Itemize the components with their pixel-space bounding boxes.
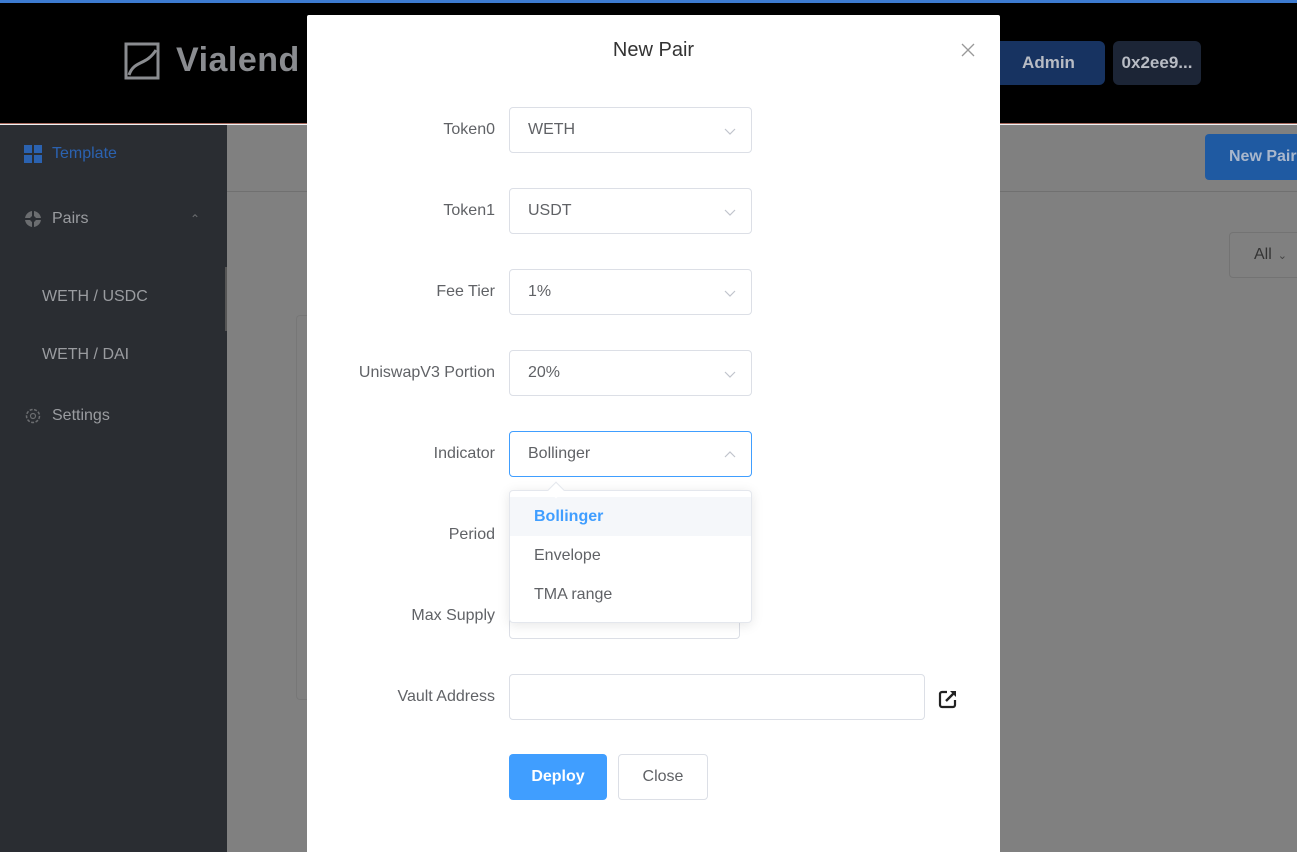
fee-tier-value: 1% bbox=[528, 283, 552, 300]
chevron-up-icon bbox=[724, 451, 736, 458]
fee-tier-label: Fee Tier bbox=[436, 283, 495, 300]
token1-label: Token1 bbox=[443, 202, 495, 219]
chevron-down-icon bbox=[724, 290, 736, 297]
sidebar-item-label: Template bbox=[52, 145, 117, 162]
deploy-button[interactable]: Deploy bbox=[509, 754, 607, 800]
close-icon[interactable] bbox=[959, 41, 977, 59]
uniswap-portion-row: UniswapV3 Portion 20% bbox=[307, 350, 1000, 396]
indicator-option[interactable]: TMA range bbox=[510, 575, 751, 614]
vault-address-input[interactable] bbox=[509, 674, 925, 720]
sidebar-item-settings[interactable]: Settings bbox=[24, 407, 110, 425]
wallet-address-button[interactable]: 0x2ee9... bbox=[1113, 41, 1201, 85]
logo-icon bbox=[124, 42, 160, 79]
sidebar-subitem-pair[interactable]: WETH / DAI bbox=[42, 346, 129, 364]
uniswap-portion-select[interactable]: 20% bbox=[509, 350, 752, 396]
period-label: Period bbox=[448, 526, 495, 543]
chevron-down-icon bbox=[724, 371, 736, 378]
brand-logo[interactable]: Vialend bbox=[124, 41, 300, 80]
vault-address-label: Vault Address bbox=[397, 688, 495, 705]
chevron-down-icon: ⌄ bbox=[1277, 249, 1287, 262]
fee-tier-row: Fee Tier 1% bbox=[307, 269, 1000, 315]
sidebar-subitem-pair[interactable]: WETH / USDC bbox=[42, 288, 148, 306]
indicator-select[interactable]: Bollinger bbox=[509, 431, 752, 477]
sidebar-item-template[interactable]: Template bbox=[24, 145, 117, 163]
chevron-down-icon bbox=[724, 209, 736, 216]
token0-row: Token0 WETH bbox=[307, 107, 1000, 153]
token1-select[interactable]: USDT bbox=[509, 188, 752, 234]
indicator-value: Bollinger bbox=[528, 445, 591, 462]
close-button[interactable]: Close bbox=[618, 754, 708, 800]
token1-value: USDT bbox=[528, 202, 572, 219]
indicator-option[interactable]: Bollinger bbox=[510, 497, 751, 536]
brand-name: Vialend bbox=[176, 41, 300, 79]
sidebar-item-label: Pairs bbox=[52, 210, 89, 227]
indicator-option[interactable]: Envelope bbox=[510, 536, 751, 575]
token0-label: Token0 bbox=[443, 121, 495, 138]
token0-value: WETH bbox=[528, 121, 576, 138]
grid-icon bbox=[24, 145, 42, 163]
external-link-icon[interactable] bbox=[937, 688, 959, 710]
admin-button[interactable]: Admin bbox=[992, 41, 1105, 85]
dropdown-pointer bbox=[547, 481, 565, 499]
chevron-up-icon[interactable]: ⌃ bbox=[190, 212, 200, 226]
filter-value: All bbox=[1254, 246, 1272, 263]
token1-row: Token1 USDT bbox=[307, 188, 1000, 234]
sidebar-item-pairs[interactable]: Pairs bbox=[24, 210, 88, 228]
dialog-title: New Pair bbox=[612, 39, 695, 61]
gear-icon bbox=[25, 408, 41, 424]
max-supply-label: Max Supply bbox=[411, 607, 495, 624]
uniswap-portion-label: UniswapV3 Portion bbox=[358, 364, 495, 381]
sidebar: Template Pairs ⌃ WETH / USDC WETH / DAI … bbox=[0, 125, 228, 852]
fee-tier-select[interactable]: 1% bbox=[509, 269, 752, 315]
uniswap-portion-value: 20% bbox=[528, 364, 561, 381]
vault-address-row: Vault Address bbox=[307, 674, 1000, 720]
indicator-row: Indicator Bollinger bbox=[307, 431, 1000, 477]
pairs-icon bbox=[24, 210, 42, 228]
chevron-down-icon bbox=[724, 128, 736, 135]
new-pair-dialog: New Pair Token0 WETH Token1 USDT Fee Tie… bbox=[307, 15, 1000, 852]
token0-select[interactable]: WETH bbox=[509, 107, 752, 153]
new-pair-button[interactable]: New Pair bbox=[1205, 134, 1297, 180]
indicator-dropdown: Bollinger Envelope TMA range bbox=[509, 481, 752, 623]
indicator-label: Indicator bbox=[433, 445, 495, 462]
sidebar-item-label: Settings bbox=[52, 407, 110, 424]
filter-select[interactable]: All ⌄ bbox=[1229, 232, 1297, 278]
